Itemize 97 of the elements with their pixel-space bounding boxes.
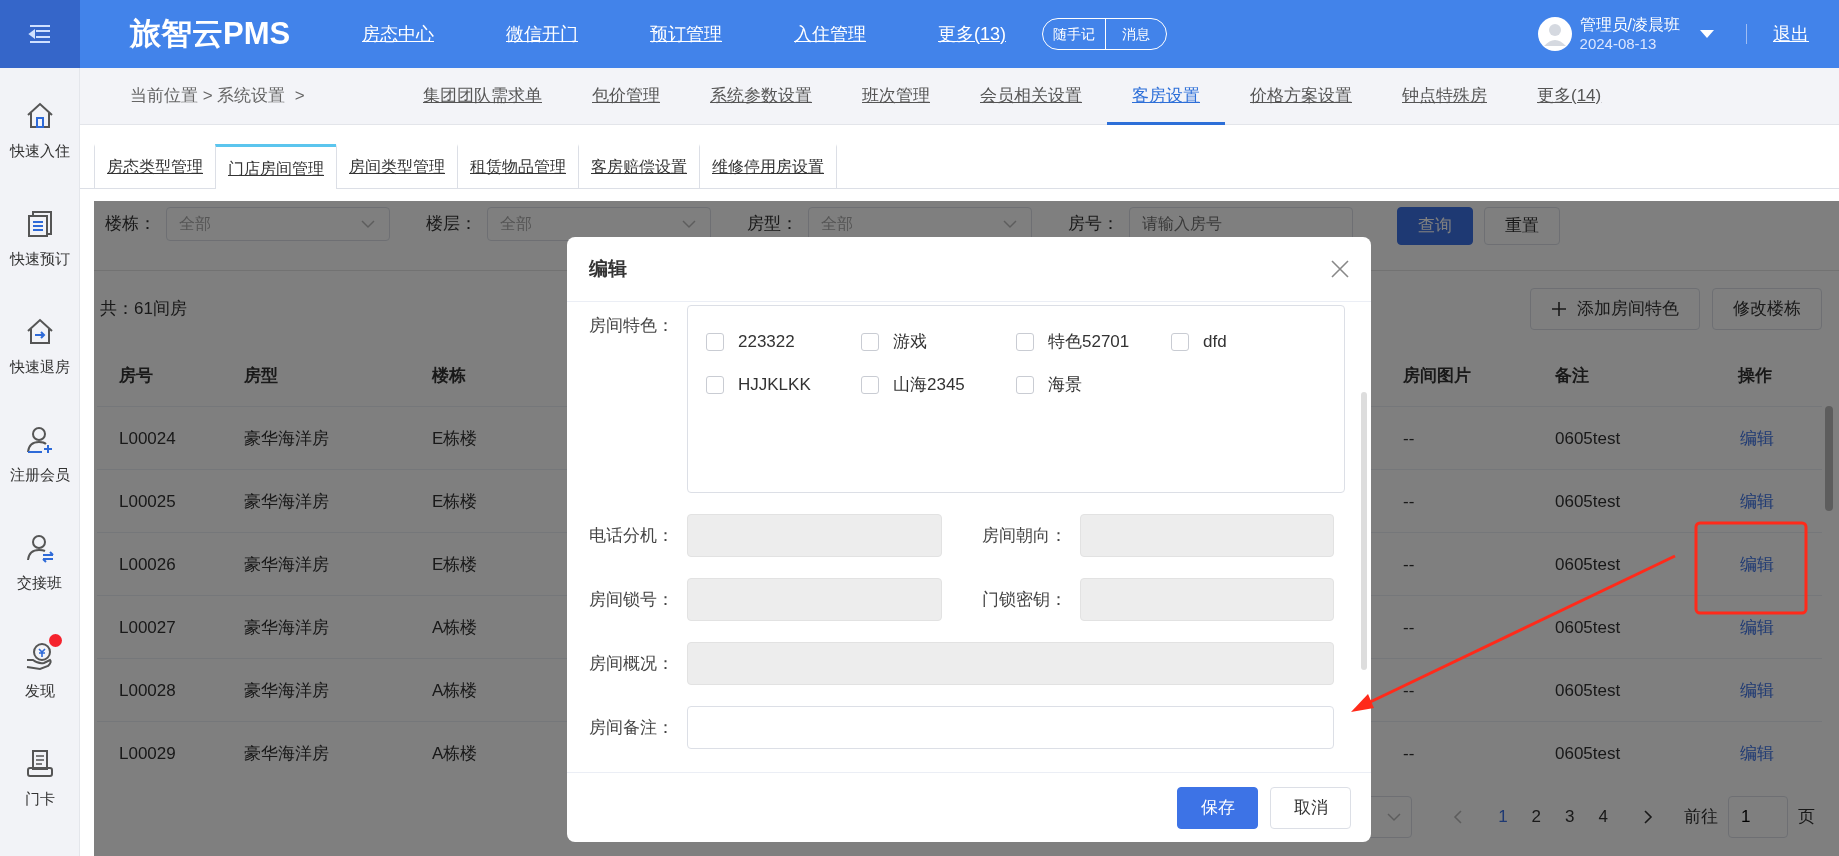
table-cell: L00028 [97, 658, 222, 721]
total-count: 共：61间房 [100, 297, 187, 320]
page-number[interactable]: 1 [1490, 804, 1516, 830]
table-cell: -- [1381, 469, 1533, 532]
settings-tab[interactable]: 客房设置 [1107, 67, 1225, 125]
quick-button[interactable]: 随手记 [1043, 19, 1105, 49]
avatar-icon [1537, 17, 1572, 51]
nav-link[interactable]: 微信开门 [506, 20, 578, 48]
page-number[interactable]: 3 [1557, 804, 1583, 830]
table-cell: 0605test [1533, 532, 1700, 595]
settings-tab[interactable]: 系统参数设置 [685, 67, 837, 125]
edit-link[interactable]: 编辑 [1740, 429, 1774, 448]
toolbar-button[interactable]: 修改楼栋 [1712, 287, 1822, 330]
table-cell: L00027 [97, 595, 222, 658]
chevron-left-icon[interactable] [1452, 809, 1465, 825]
settings-tab[interactable]: 会员相关设置 [955, 67, 1107, 125]
table-cell: 豪华海洋房 [222, 469, 410, 532]
filter-label: 房号： [1068, 213, 1119, 236]
settings-tab[interactable]: 包价管理 [567, 67, 685, 125]
nav-link[interactable]: 入住管理 [794, 20, 866, 48]
sidebar-item[interactable]: 交接班 [17, 572, 62, 595]
checkbox[interactable] [1016, 332, 1034, 351]
checkbox-label: 山海2345 [893, 373, 965, 396]
edit-link[interactable]: 编辑 [1740, 618, 1774, 637]
table-cell: 0605test [1533, 406, 1700, 469]
checkbox[interactable] [1016, 375, 1034, 394]
settings-tab[interactable]: 班次管理 [837, 67, 955, 125]
edit-link[interactable]: 编辑 [1740, 492, 1774, 511]
filter-label: 楼栋： [105, 213, 156, 236]
checkbox[interactable] [706, 375, 724, 394]
table-cell: 豪华海洋房 [222, 721, 410, 784]
edit-link[interactable]: 编辑 [1740, 555, 1774, 574]
checkbox-label: HJJKLKK [738, 373, 811, 396]
table-cell: 豪华海洋房 [222, 406, 410, 469]
table-cell: 0605test [1533, 595, 1700, 658]
settings-tab[interactable]: 钟点特殊房 [1377, 67, 1512, 125]
table-cell: -- [1381, 532, 1533, 595]
reset-button[interactable]: 重置 [1484, 207, 1560, 245]
page-number[interactable]: 4 [1590, 804, 1616, 830]
edit-link[interactable]: 编辑 [1740, 681, 1774, 700]
settings-tab[interactable]: 价格方案设置 [1225, 67, 1377, 125]
plus-icon [1551, 300, 1567, 317]
dialog-title: 编辑 [589, 256, 627, 281]
logo: 旅智云PMS [129, 14, 292, 53]
filter-label: 楼层： [426, 213, 477, 236]
table-cell: 0605test [1533, 469, 1700, 532]
chevron-right-icon[interactable] [1642, 809, 1654, 825]
checkbox[interactable] [1171, 332, 1189, 351]
table-cell: L00024 [97, 406, 222, 469]
breadcrumb: 当前位置 > 系统设置 > [129, 85, 306, 108]
table-cell: 豪华海洋房 [222, 532, 410, 595]
sub-tab[interactable]: 门店房间管理 [215, 144, 337, 189]
nav-link[interactable]: 更多(13) [938, 20, 1006, 48]
nav-link[interactable]: 预订管理 [650, 20, 722, 48]
close-icon[interactable] [1331, 260, 1349, 278]
table-cell: -- [1381, 721, 1533, 784]
toolbar-button[interactable]: 添加房间特色 [1530, 287, 1700, 330]
logout-link[interactable]: 退出 [1773, 20, 1809, 48]
field-label: 房间特色： [589, 315, 675, 337]
cancel-button[interactable]: 取消 [1270, 786, 1351, 829]
checkbox[interactable] [861, 375, 879, 394]
input-field[interactable] [687, 706, 1334, 749]
checkbox[interactable] [706, 332, 724, 351]
table-cell: 豪华海洋房 [222, 658, 410, 721]
save-button[interactable]: 保存 [1177, 786, 1258, 829]
table-cell: -- [1381, 658, 1533, 721]
nav-link[interactable]: 房态中心 [362, 20, 434, 48]
table-cell: L00026 [97, 532, 222, 595]
table-cell: -- [1381, 595, 1533, 658]
page-input[interactable]: 1 [1728, 796, 1788, 838]
edit-link[interactable]: 编辑 [1740, 744, 1774, 763]
table-cell: -- [1381, 406, 1533, 469]
table-cell: L00025 [97, 469, 222, 532]
filter-label: 房型： [747, 213, 798, 236]
table-cell: 0605test [1533, 721, 1700, 784]
checkbox[interactable] [861, 332, 879, 351]
user-name: 管理员/凌晨班 [1579, 15, 1680, 34]
checkbox-label: 海景 [1048, 373, 1082, 396]
quick-button[interactable]: 消息 [1105, 19, 1166, 49]
sidebar-item[interactable]: 快速预订 [9, 248, 70, 271]
sidebar-item[interactable]: 快速退房 [9, 356, 70, 379]
page-number[interactable]: 2 [1523, 804, 1550, 830]
search-button[interactable]: 查询 [1397, 207, 1473, 245]
caret-icon[interactable] [1700, 30, 1714, 38]
sidebar-item[interactable]: 注册会员 [9, 464, 70, 487]
settings-tab[interactable]: 更多(14) [1512, 67, 1627, 125]
sidebar-item[interactable]: 门卡 [24, 788, 55, 811]
goto-label: 前往 [1684, 806, 1718, 829]
settings-tab[interactable]: 集团团队需求单 [398, 67, 567, 125]
sidebar-item[interactable]: 快速入住 [9, 140, 70, 163]
page-suffix: 页 [1798, 806, 1815, 829]
table-cell: 0605test [1533, 658, 1700, 721]
table-cell: 豪华海洋房 [222, 595, 410, 658]
table-cell: L00029 [97, 721, 222, 784]
date-text: 2024-08-13 [1579, 34, 1658, 53]
sidebar-item[interactable]: 发现 [24, 680, 55, 703]
menu-icon[interactable] [28, 24, 52, 44]
